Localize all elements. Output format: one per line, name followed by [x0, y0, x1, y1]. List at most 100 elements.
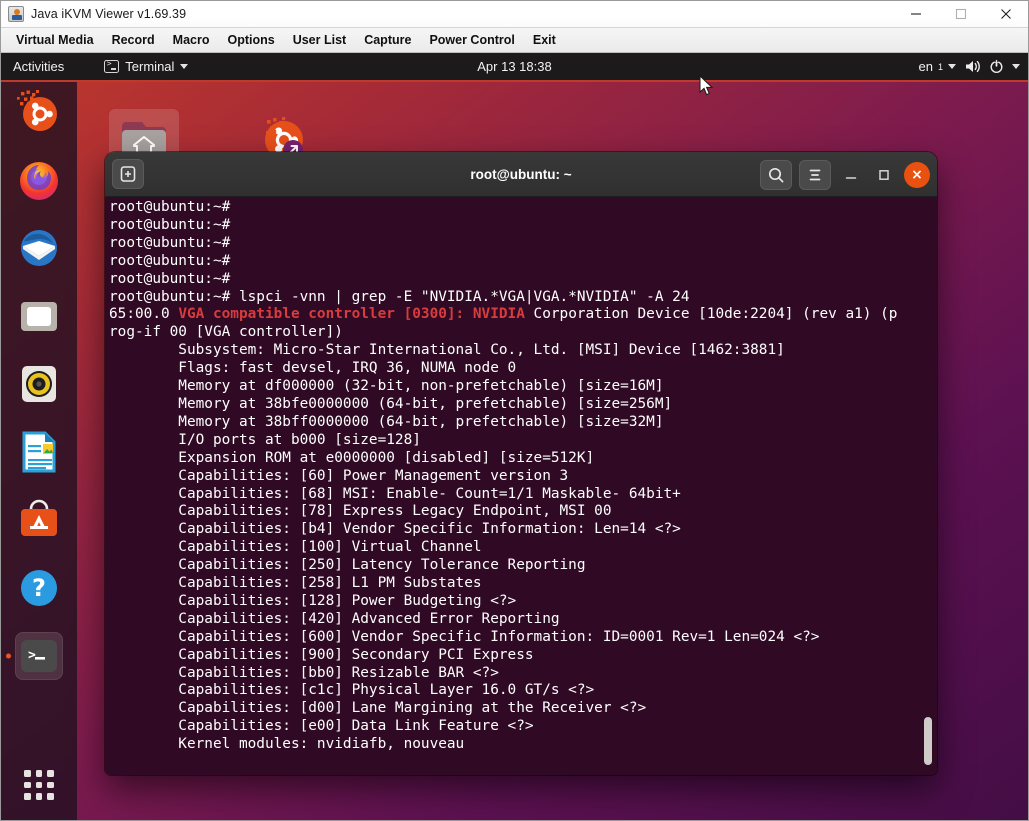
new-tab-button[interactable] — [112, 159, 144, 189]
kvm-window-controls — [893, 1, 1028, 27]
keyboard-layout-label: en — [918, 59, 933, 74]
terminal-header-controls: × — [760, 152, 930, 197]
java-icon — [8, 6, 24, 22]
terminal-line: Capabilities: [c1c] Physical Layer 16.0 … — [109, 682, 595, 699]
terminal-line: Memory at 38bff0000000 (64-bit, prefetch… — [109, 413, 664, 430]
menu-macro[interactable]: Macro — [164, 30, 219, 50]
document-icon — [22, 431, 56, 473]
minimize-icon — [845, 176, 857, 179]
menu-record[interactable]: Record — [103, 30, 164, 50]
grid-dot — [35, 793, 43, 800]
kvm-menu-bar: Virtual Media Record Macro Options User … — [1, 27, 1028, 53]
search-button[interactable] — [760, 159, 792, 190]
terminal-line: Capabilities: [250] Latency Tolerance Re… — [109, 557, 586, 574]
screenshot-root: Java iKVM Viewer v1.69.39 Virtual Media … — [0, 0, 1029, 821]
terminal-line: Flags: fast devsel, IRQ 36, NUMA node 0 — [109, 360, 517, 377]
terminal-icon: > — [21, 640, 57, 672]
dock-item-files[interactable] — [15, 292, 63, 340]
question-mark-icon: ? — [21, 570, 57, 606]
terminal-line: Capabilities: [60] Power Management vers… — [109, 467, 569, 484]
grid-dot — [35, 770, 43, 777]
terminal-line: Capabilities: [258] L1 PM Substates — [109, 575, 482, 592]
chevron-down-icon — [180, 64, 189, 69]
menu-user-list[interactable]: User List — [284, 30, 356, 50]
terminal-output: root@ubuntu:~# root@ubuntu:~# root@ubuntu:… — [107, 199, 937, 754]
firefox-icon — [20, 162, 58, 200]
dock-item-ubuntu-software-store[interactable] — [15, 88, 63, 136]
terminal-line: root@ubuntu:~# — [109, 270, 231, 287]
hamburger-menu-icon — [809, 169, 821, 180]
svg-text:>: > — [28, 648, 36, 663]
terminal-minimize-button[interactable] — [838, 162, 864, 188]
terminal-line: rog-if 00 [VGA controller]) — [109, 324, 343, 341]
gnome-top-bar: Activities Terminal Apr 13 18:38 en1 — [1, 53, 1028, 80]
app-menu-terminal[interactable]: Terminal — [96, 57, 196, 76]
close-button[interactable] — [983, 1, 1028, 27]
speaker-icon — [22, 366, 56, 402]
grid-dot — [24, 793, 31, 800]
terminal-line: root@ubuntu:~# — [109, 252, 231, 269]
terminal-maximize-button[interactable] — [871, 162, 897, 188]
terminal-text: Corporation Device [10de:2204] (rev a1) … — [524, 306, 898, 323]
terminal-body[interactable]: root@ubuntu:~# root@ubuntu:~# root@ubuntu:… — [105, 197, 937, 775]
terminal-line: Capabilities: [68] MSI: Enable- Count=1/… — [109, 485, 681, 502]
chevron-down-icon — [948, 64, 956, 69]
terminal-line: Capabilities: [bb0] Resizable BAR <?> — [109, 664, 499, 681]
terminal-line: Expansion ROM at e0000000 [disabled] [si… — [109, 449, 595, 466]
grep-match: VGA compatible controller [0300]: NVIDIA — [178, 306, 525, 323]
chevron-down-icon[interactable] — [1012, 64, 1020, 69]
terminal-line: Kernel modules: nvidiafb, nouveau — [109, 736, 465, 753]
minimize-button[interactable] — [893, 1, 938, 27]
terminal-line: Capabilities: [128] Power Budgeting <?> — [109, 592, 517, 609]
terminal-line: Capabilities: [d00] Lane Margining at th… — [109, 700, 647, 717]
terminal-icon — [104, 59, 120, 73]
status-area: en 1 — [919, 53, 1020, 80]
terminal-line: root@ubuntu:~# — [109, 199, 231, 215]
remote-desktop-view: Activities Terminal Apr 13 18:38 en1 — [1, 53, 1028, 820]
terminal-line: Capabilities: [b4] Vendor Specific Infor… — [109, 521, 681, 538]
minimize-icon — [910, 13, 921, 15]
grid-dot — [47, 793, 54, 800]
terminal-close-button[interactable]: × — [904, 161, 930, 188]
terminal-line: Memory at 38bfe0000000 (64-bit, prefetch… — [109, 395, 673, 412]
svg-text:?: ? — [32, 574, 46, 602]
terminal-window: root@ubuntu: ~ × root@ubuntu:~# root@ubu… — [105, 152, 937, 775]
java-ikvm-window: Java iKVM Viewer v1.69.39 Virtual Media … — [0, 0, 1029, 821]
grid-dot — [47, 781, 54, 789]
menu-virtual-media[interactable]: Virtual Media — [7, 30, 103, 50]
terminal-line: Capabilities: [600] Vendor Specific Info… — [109, 628, 820, 645]
terminal-header-bar: root@ubuntu: ~ × — [105, 152, 937, 197]
menu-options[interactable]: Options — [218, 30, 283, 50]
dock-item-help[interactable]: ? — [15, 564, 63, 612]
grid-dot — [47, 770, 54, 777]
dock-item-ubuntu-software[interactable] — [15, 496, 63, 544]
activities-button[interactable]: Activities — [1, 59, 74, 74]
volume-button[interactable] — [964, 59, 981, 74]
terminal-line: Capabilities: [e00] Data Link Feature <?… — [109, 718, 534, 735]
maximize-icon — [955, 8, 966, 20]
dock-item-firefox[interactable] — [15, 156, 63, 204]
keyboard-layout-indicator[interactable]: en 1 — [919, 59, 956, 74]
terminal-text: 65:00.0 — [109, 306, 179, 323]
kvm-title-bar: Java iKVM Viewer v1.69.39 — [1, 1, 1028, 27]
ubuntu-logo-icon — [17, 90, 57, 131]
maximize-button[interactable] — [938, 1, 983, 27]
show-applications-button[interactable] — [18, 764, 60, 806]
terminal-line: Memory at df000000 (32-bit, non-prefetch… — [109, 378, 664, 395]
terminal-scrollbar-thumb[interactable] — [924, 717, 932, 765]
dock-item-terminal[interactable]: > — [15, 632, 63, 680]
menu-power-control[interactable]: Power Control — [420, 30, 523, 50]
terminal-line: root@ubuntu:~# — [109, 216, 231, 233]
menu-button[interactable] — [799, 159, 831, 190]
menu-exit[interactable]: Exit — [524, 30, 565, 50]
software-bag-icon — [21, 499, 57, 536]
new-tab-icon — [120, 166, 136, 182]
terminal-scrollbar[interactable] — [923, 197, 933, 775]
menu-capture[interactable]: Capture — [355, 30, 420, 50]
power-icon — [990, 59, 1003, 74]
dock-item-thunderbird[interactable] — [15, 224, 63, 272]
dock-item-libreoffice-writer[interactable] — [15, 428, 63, 476]
power-button[interactable] — [989, 59, 1004, 74]
dock-item-rhythmbox[interactable] — [15, 360, 63, 408]
grid-dot — [24, 781, 31, 789]
